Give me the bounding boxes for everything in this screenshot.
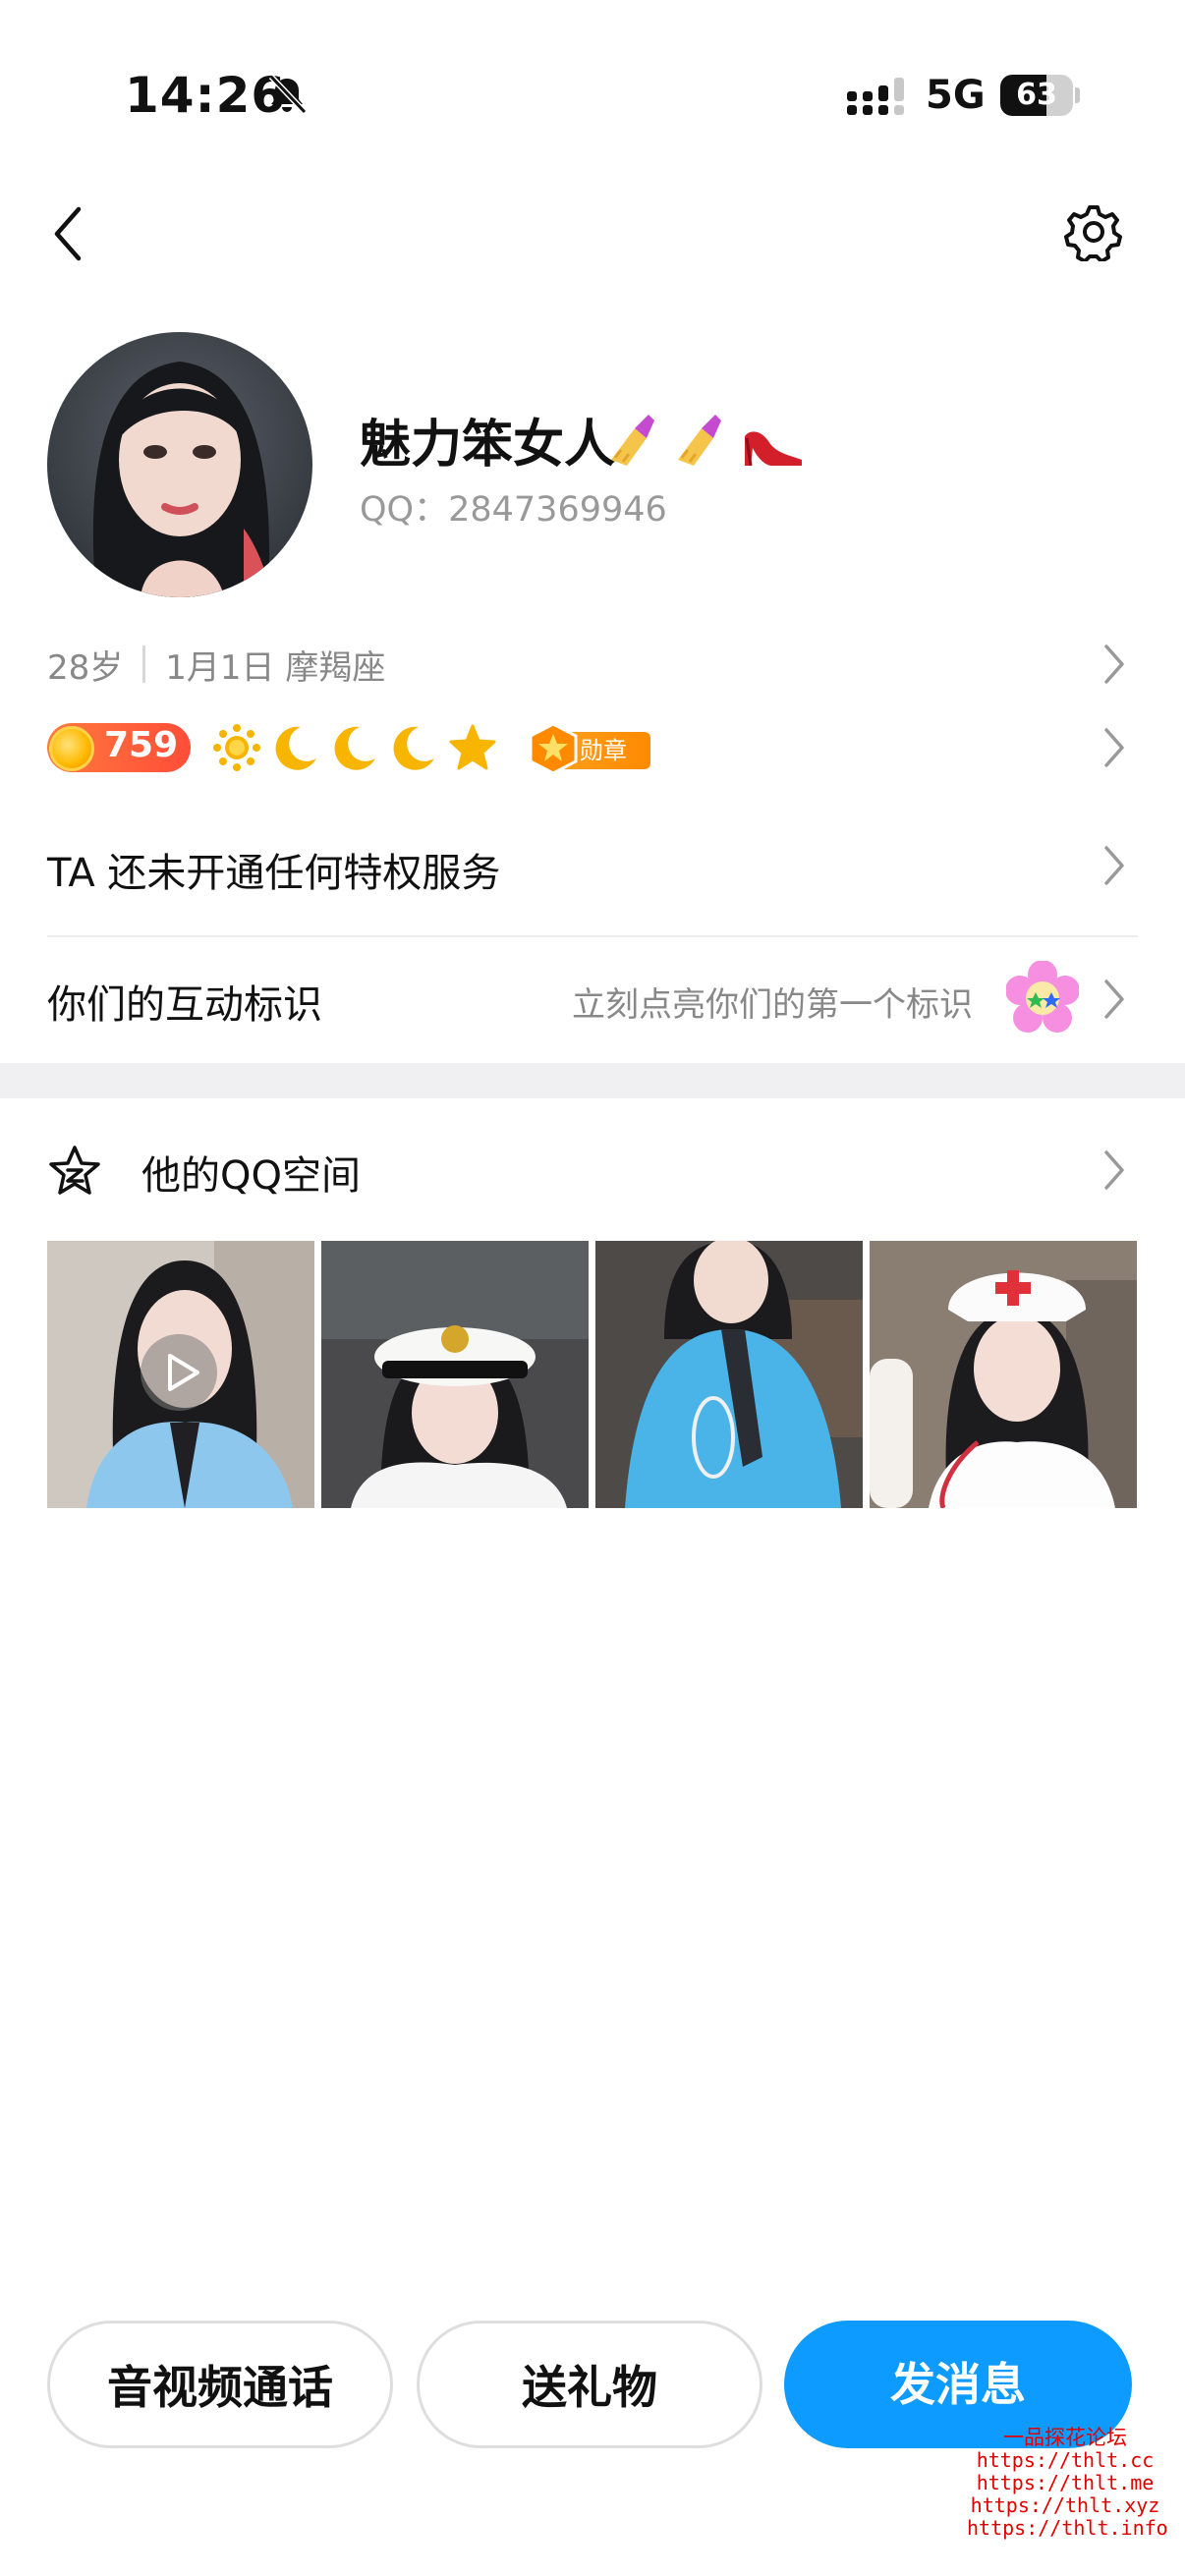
battery-percent: 63 <box>1016 78 1057 112</box>
medal-star-icon <box>529 722 578 775</box>
watermark-link: https://thlt.info <box>967 2516 1168 2540</box>
avatar[interactable] <box>47 332 312 597</box>
level-coin-icon <box>49 726 94 771</box>
age-label: 28岁 <box>47 647 124 688</box>
profile-screen: 14:26 5G 63 魅力笨女人 QQ：2847369946 28岁 1月1日… <box>0 0 1185 2576</box>
basic-info-row[interactable]: 28岁 1月1日 摩羯座 <box>47 639 385 690</box>
section-gap <box>0 1063 1185 1098</box>
watermark-link: https://thlt.cc <box>976 2448 1155 2472</box>
send-gift-button[interactable]: 送礼物 <box>417 2321 762 2448</box>
watermark-link: https://thlt.me <box>976 2471 1155 2494</box>
star-level-icon <box>449 724 496 770</box>
medal-badge[interactable]: 勋章 <box>527 722 656 775</box>
qzone-photo-thumbnail[interactable] <box>321 1241 589 1508</box>
signal-icon <box>847 78 904 115</box>
network-type: 5G <box>926 73 986 118</box>
row-divider <box>47 935 1138 937</box>
interaction-hint: 立刻点亮你们的第一个标识 <box>572 985 973 1025</box>
status-bar: 14:26 5G 63 <box>0 0 1185 187</box>
interaction-row-title[interactable]: 你们的互动标识 <box>47 973 322 1030</box>
qzone-star-icon <box>49 1146 100 1195</box>
watermark-link: https://thlt.xyz <box>970 2493 1160 2517</box>
privilege-row[interactable]: TA 还未开通任何特权服务 <box>47 841 500 898</box>
watermark: 一品探花论坛 https://thlt.cc https://thlt.me h… <box>967 2426 1168 2540</box>
interaction-flower-icon <box>1006 961 1079 1033</box>
chevron-right-icon[interactable] <box>1100 843 1128 888</box>
qzone-photo-thumbnail[interactable] <box>595 1241 863 1508</box>
video-play-button[interactable] <box>141 1334 217 1411</box>
qzone-photo-thumbnail[interactable] <box>870 1241 1137 1508</box>
watermark-title: 一品探花论坛 <box>1003 2426 1127 2449</box>
level-row[interactable]: 759 勋章 <box>47 719 1030 778</box>
moon-level-icon <box>393 726 434 770</box>
gear-icon[interactable] <box>1064 202 1123 261</box>
sun-level-icon <box>213 724 260 771</box>
chevron-right-icon[interactable] <box>1100 1148 1128 1193</box>
video-call-button[interactable]: 音视频通话 <box>47 2321 393 2448</box>
moon-level-icon <box>334 726 375 770</box>
chevron-right-icon[interactable] <box>1100 977 1128 1022</box>
chevron-right-icon[interactable] <box>1100 725 1128 770</box>
chevron-right-icon[interactable] <box>1100 642 1128 687</box>
nickname: 魅力笨女人 <box>360 416 616 475</box>
bell-off-icon <box>268 74 308 115</box>
level-badge: 759 <box>47 723 191 772</box>
status-time: 14:26 <box>125 67 287 124</box>
qq-number: QQ：2847369946 <box>360 490 667 530</box>
moon-level-icon <box>275 726 316 770</box>
level-number: 759 <box>104 725 179 765</box>
birthday-label: 1月1日 摩羯座 <box>165 647 386 688</box>
qzone-photo-strip <box>47 1241 1138 1508</box>
qzone-video-thumbnail[interactable] <box>47 1241 314 1508</box>
battery-icon: 63 <box>1000 75 1080 116</box>
back-arrow-icon[interactable] <box>45 201 94 266</box>
qzone-title[interactable]: 他的QQ空间 <box>141 1144 361 1201</box>
info-separator <box>142 645 146 683</box>
nail-polish-heel-emoji-icon <box>611 415 802 467</box>
